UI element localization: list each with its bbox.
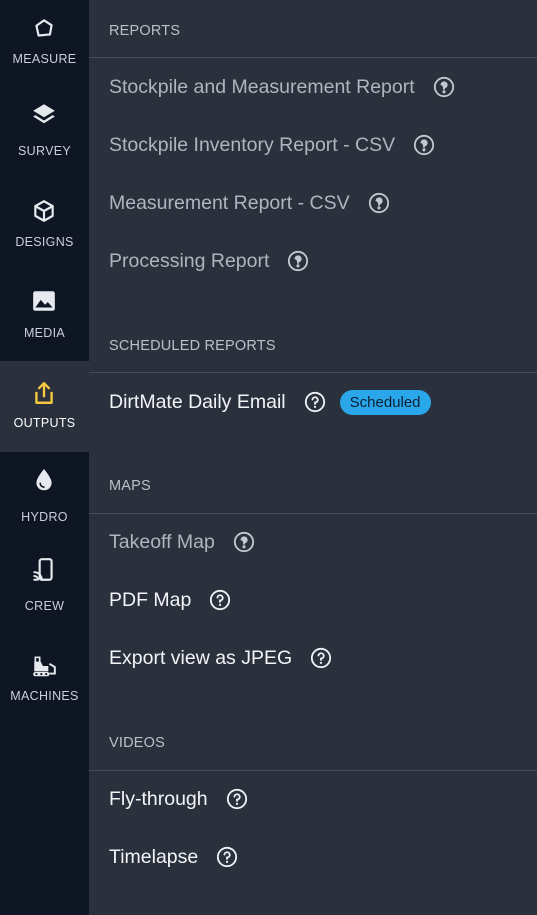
nav-item-designs[interactable]: DESIGNS [0, 182, 89, 273]
cube-icon [34, 200, 54, 222]
nav-item-media[interactable]: MEDIA [0, 273, 89, 364]
nav-item-crew[interactable]: CREW [0, 545, 89, 636]
layers-icon [33, 104, 55, 124]
section-title-reports: REPORTS [109, 23, 181, 39]
help-icon[interactable] [304, 391, 326, 413]
dirtmate-daily-email-item[interactable]: DirtMate Daily Email Scheduled [109, 382, 431, 422]
section-title-scheduled-reports: SCHEDULED REPORTS [109, 338, 276, 354]
help-icon[interactable] [433, 76, 455, 98]
nav-label-crew: CREW [24, 599, 65, 613]
image-icon [33, 291, 55, 311]
help-icon[interactable] [209, 589, 231, 611]
nav-item-hydro[interactable]: HYDRO [0, 455, 89, 546]
list-item-label: Processing Report [109, 249, 270, 272]
stockpile-measurement-report-item[interactable]: Stockpile and Measurement Report [109, 67, 455, 107]
list-item-label: PDF Map [109, 588, 192, 611]
device-cast-icon [33, 558, 53, 581]
takeoff-map-item[interactable]: Takeoff Map [109, 522, 255, 562]
nav-label-hydro: HYDRO [21, 510, 68, 524]
list-item-label: Stockpile Inventory Report - CSV [109, 133, 396, 156]
list-item-label: Takeoff Map [109, 530, 215, 553]
divider [89, 57, 537, 58]
help-icon[interactable] [310, 647, 332, 669]
fly-through-item[interactable]: Fly-through [109, 779, 248, 819]
bulldozer-icon [33, 656, 56, 677]
nav-item-outputs[interactable]: OUTPUTS [0, 361, 89, 452]
export-view-jpeg-item[interactable]: Export view as JPEG [109, 638, 332, 678]
section-title-maps: MAPS [109, 478, 151, 494]
divider [89, 513, 537, 514]
nav-item-machines[interactable]: MACHINES [0, 637, 89, 728]
help-icon[interactable] [216, 846, 238, 868]
list-item-label: Timelapse [109, 845, 199, 868]
nav-label-outputs: OUTPUTS [13, 416, 76, 430]
nav-label-media: MEDIA [23, 326, 66, 340]
measurement-report-csv-item[interactable]: Measurement Report - CSV [109, 183, 390, 223]
help-icon[interactable] [368, 192, 390, 214]
side-nav-rail: MEASURE SURVEY DESIGNS MEDIA OUTPUTS HYD… [0, 0, 89, 915]
nav-label-machines: MACHINES [10, 689, 79, 703]
outputs-panel: REPORTS Stockpile and Measurement Report… [89, 0, 537, 915]
list-item-label: DirtMate Daily Email [109, 390, 286, 413]
scheduled-status-badge: Scheduled [339, 389, 431, 415]
timelapse-item[interactable]: Timelapse [109, 837, 238, 877]
stockpile-inventory-csv-item[interactable]: Stockpile Inventory Report - CSV [109, 125, 435, 165]
list-item-label: Export view as JPEG [109, 646, 293, 669]
share-icon [35, 382, 53, 404]
divider [89, 372, 537, 373]
help-icon[interactable] [413, 134, 435, 156]
droplet-icon [36, 469, 52, 491]
nav-item-survey[interactable]: SURVEY [0, 91, 89, 182]
help-icon[interactable] [226, 788, 248, 810]
list-item-label: Measurement Report - CSV [109, 191, 350, 214]
help-icon[interactable] [287, 250, 309, 272]
help-icon[interactable] [233, 531, 255, 553]
nav-item-measure[interactable]: MEASURE [0, 0, 89, 91]
section-title-videos: VIDEOS [109, 735, 165, 751]
pentagon-icon [35, 19, 53, 37]
nav-label-measure: MEASURE [12, 52, 77, 66]
processing-report-item[interactable]: Processing Report [109, 241, 309, 281]
list-item-label: Stockpile and Measurement Report [109, 75, 415, 98]
divider [89, 770, 537, 771]
nav-label-survey: SURVEY [18, 144, 71, 158]
list-item-label: Fly-through [109, 787, 208, 810]
nav-label-designs: DESIGNS [15, 235, 74, 249]
pdf-map-item[interactable]: PDF Map [109, 580, 231, 620]
